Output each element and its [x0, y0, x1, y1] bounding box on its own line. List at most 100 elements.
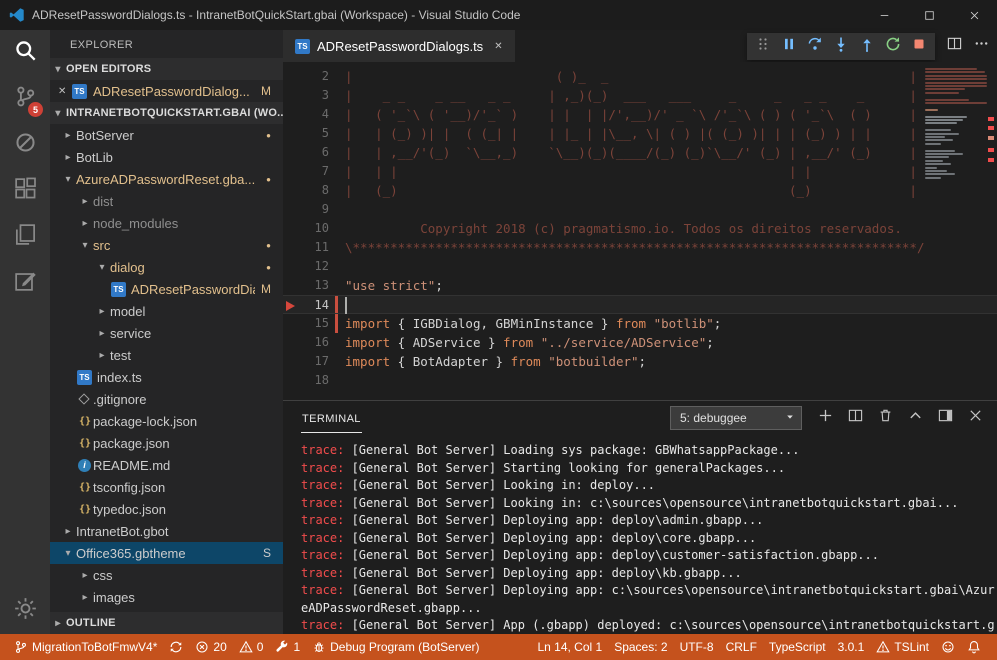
code-line-9[interactable]: 9 — [283, 200, 997, 219]
status-sync[interactable] — [163, 634, 189, 660]
status-3-0-1[interactable]: 3.0.1 — [832, 634, 871, 660]
code-line-10[interactable]: 10 Copyright 2018 (c) pragmatismo.io. To… — [283, 219, 997, 238]
code-line-13[interactable]: 13"use strict"; — [283, 276, 997, 295]
close-button[interactable] — [968, 408, 983, 428]
tree-item-package-lock-json[interactable]: {}package-lock.json — [50, 410, 283, 432]
code-line-6[interactable]: 6| | ,__/'(_) `\__,_) `\__)(_)(____/(_) … — [283, 143, 997, 162]
code-line-4[interactable]: 4| ( '_`\ ( '__)/'_` ) | | | |/',__)/' _… — [283, 105, 997, 124]
minimize-button[interactable] — [862, 0, 907, 30]
terminal-tab[interactable]: TERMINAL — [301, 404, 362, 433]
minimap-line — [925, 92, 959, 94]
open-editor-item[interactable]: TS ADResetPasswordDialog... M — [50, 80, 283, 102]
chevron-up-button[interactable] — [908, 408, 923, 428]
workspace-header[interactable]: INTRANETBOTQUICKSTART.GBAI (WO... — [50, 102, 283, 124]
terminal-output[interactable]: trace: [General Bot Server] Loading sys … — [283, 435, 997, 634]
tree-item-test[interactable]: test — [50, 344, 283, 366]
status-tslint[interactable]: TSLint — [870, 634, 935, 660]
activity-search-button[interactable] — [0, 30, 50, 76]
split-editor-button[interactable] — [947, 36, 962, 56]
status-spaces-2[interactable]: Spaces: 2 — [608, 634, 673, 660]
activity-debug-button[interactable] — [0, 122, 50, 168]
code-line-15[interactable]: 15import { IGBDialog, GBMinInstance } fr… — [283, 314, 997, 333]
tree-item-botlib[interactable]: BotLib — [50, 146, 283, 168]
code-line-18[interactable]: 18 — [283, 371, 997, 390]
status-migrationtobotfmwv4[interactable]: MigrationToBotFmwV4* — [8, 634, 163, 660]
tab-adresetpassworddialogs-ts[interactable]: TS ADResetPasswordDialogs.ts — [283, 30, 515, 62]
status-20[interactable]: 20 — [189, 634, 232, 660]
add-button[interactable] — [818, 408, 833, 428]
restart-button[interactable] — [881, 35, 905, 59]
code-line-11[interactable]: 11\*************************************… — [283, 238, 997, 257]
status-0[interactable]: 0 — [233, 634, 270, 660]
status-typescript[interactable]: TypeScript — [763, 634, 832, 660]
activity-edit-button[interactable] — [0, 260, 50, 306]
minimap[interactable] — [923, 64, 981, 284]
pause-button[interactable] — [777, 35, 801, 59]
tree-item-botserver[interactable]: BotServer — [50, 124, 283, 146]
code-editor[interactable]: 2| ( )_ _ |3| _ _ _ __ _ _ | ,_)(_) ___ … — [283, 62, 997, 400]
status-ln-14-col-1[interactable]: Ln 14, Col 1 — [531, 634, 608, 660]
code-text: | _ _ _ __ _ _ | ,_)(_) ___ ___ _ _ _ _ … — [345, 86, 997, 105]
tree-item-src[interactable]: src — [50, 234, 283, 256]
line-number: 6 — [283, 143, 329, 162]
terminal-selector[interactable]: 5: debuggee — [670, 406, 802, 430]
code-line-3[interactable]: 3| _ _ _ __ _ _ | ,_)(_) ___ ___ _ _ _ _… — [283, 86, 997, 105]
status-debug-program-botserver[interactable]: Debug Program (BotServer) — [306, 634, 485, 660]
status-bell[interactable] — [961, 634, 987, 660]
tree-item-package-json[interactable]: {}package.json — [50, 432, 283, 454]
tree-item-gitignore[interactable]: .gitignore — [50, 388, 283, 410]
tree-item-node-modules[interactable]: node_modules — [50, 212, 283, 234]
code-line-16[interactable]: 16import { ADService } from "../service/… — [283, 333, 997, 352]
stop-icon — [911, 36, 927, 57]
activity-settings-button[interactable] — [0, 588, 50, 634]
tree-item-model[interactable]: model — [50, 300, 283, 322]
open-editors-header[interactable]: OPEN EDITORS — [50, 58, 283, 80]
tree-item-office365-gbtheme[interactable]: Office365.gbthemeS — [50, 542, 283, 564]
tree-item-css[interactable]: css — [50, 564, 283, 586]
tree-item-index-ts[interactable]: TSindex.ts — [50, 366, 283, 388]
close-window-button[interactable] — [952, 0, 997, 30]
status-smiley[interactable] — [935, 634, 961, 660]
step-over-button[interactable] — [803, 35, 827, 59]
trash-button[interactable] — [878, 408, 893, 428]
tree-item-readme-md[interactable]: iREADME.md — [50, 454, 283, 476]
code-line-8[interactable]: 8| (_) (_) | — [283, 181, 997, 200]
activity-files-button[interactable] — [0, 214, 50, 260]
tree-item-dist[interactable]: dist — [50, 190, 283, 212]
tree-item-intranetbot-gbot[interactable]: IntranetBot.gbot — [50, 520, 283, 542]
outline-header[interactable]: OUTLINE — [50, 612, 283, 634]
stop-button[interactable] — [907, 35, 931, 59]
close-editor-icon[interactable] — [58, 86, 72, 97]
tree-item-typedoc-json[interactable]: {}typedoc.json — [50, 498, 283, 520]
step-into-button[interactable] — [829, 35, 853, 59]
tree-item-service[interactable]: service — [50, 322, 283, 344]
maximize-button[interactable] — [907, 0, 952, 30]
code-line-14[interactable]: 14 — [283, 295, 997, 314]
tree-item-images[interactable]: images — [50, 586, 283, 608]
more-actions-button[interactable] — [974, 36, 989, 56]
search-icon — [14, 39, 37, 67]
tree-item-dialog[interactable]: dialog — [50, 256, 283, 278]
tree-item-adresetpassworddial[interactable]: TSADResetPasswordDial...M — [50, 278, 283, 300]
panel-button[interactable] — [938, 408, 953, 428]
tree-item-tsconfig-json[interactable]: {}tsconfig.json — [50, 476, 283, 498]
status-crlf[interactable]: CRLF — [720, 634, 763, 660]
code-line-2[interactable]: 2| ( )_ _ | — [283, 67, 997, 86]
tree-item-azureadpasswordreset-gba[interactable]: AzureADPasswordReset.gba... — [50, 168, 283, 190]
code-line-5[interactable]: 5| | (_) )| | ( (_| | | |_ | |\__, \| ( … — [283, 124, 997, 143]
activity-extensions-button[interactable] — [0, 168, 50, 214]
activity-source-control-button[interactable]: 5 — [0, 76, 50, 122]
close-tab-icon[interactable] — [494, 41, 502, 52]
split-button[interactable] — [848, 408, 863, 428]
code-area[interactable]: 2| ( )_ _ |3| _ _ _ __ _ _ | ,_)(_) ___ … — [283, 62, 997, 400]
status-utf-8[interactable]: UTF-8 — [674, 634, 720, 660]
code-line-7[interactable]: 7| | | | | | — [283, 162, 997, 181]
code-line-12[interactable]: 12 — [283, 257, 997, 276]
gutter-decoration — [329, 257, 345, 276]
code-line-17[interactable]: 17import { BotAdapter } from "botbuilder… — [283, 352, 997, 371]
activity-bar: 5 — [0, 30, 50, 634]
step-out-button[interactable] — [855, 35, 879, 59]
trash-icon — [878, 408, 893, 428]
status-1[interactable]: 1 — [269, 634, 306, 660]
line-number: 15 — [283, 314, 329, 333]
